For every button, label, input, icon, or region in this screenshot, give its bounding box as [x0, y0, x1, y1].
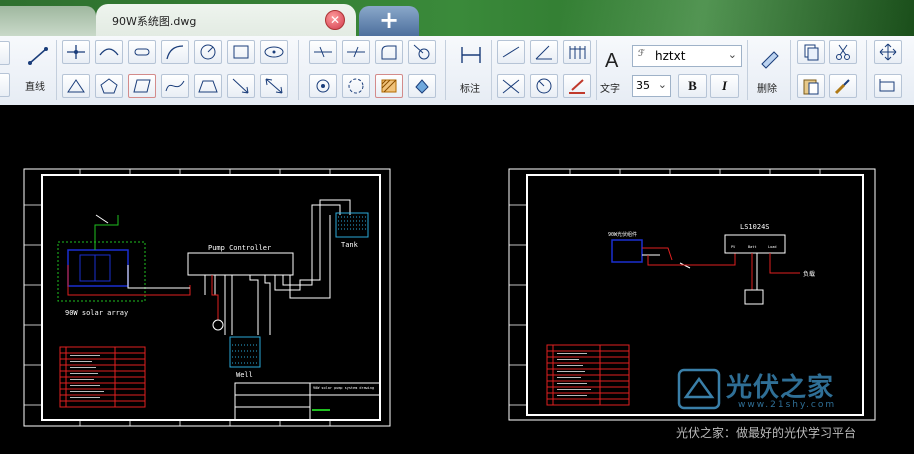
drawing-canvas[interactable]: 90W solar array Pump Controller Tank Wel… [0, 105, 914, 450]
controller-label: LS1024S [740, 223, 770, 231]
baseline-dim-icon[interactable] [563, 40, 591, 64]
rectangle-icon[interactable] [227, 40, 255, 64]
delete-label: 删除 [757, 84, 777, 95]
watermark-url: www.21shy.com [738, 400, 837, 410]
arrow-diagonal-icon[interactable] [227, 74, 255, 98]
double-arrow-icon[interactable] [260, 74, 288, 98]
prev-tool-button[interactable] [0, 41, 10, 65]
paste-icon[interactable] [797, 74, 825, 98]
polyline-icon[interactable] [62, 40, 90, 64]
font-select[interactable]: ℱ hztxt ⌄ [632, 45, 742, 67]
arc-icon[interactable] [161, 40, 189, 64]
terminal-batt: Batt [748, 245, 756, 249]
pump-controller-label: Pump Controller [208, 244, 271, 252]
load-label: 负载 [803, 270, 815, 278]
rotate-icon[interactable] [309, 74, 337, 98]
line-icon[interactable] [24, 43, 52, 67]
terminal-pv: PV [731, 245, 736, 249]
terminal-load: Load [768, 245, 776, 249]
fill-icon[interactable] [408, 74, 436, 98]
font-select-value: hztxt [655, 49, 686, 63]
pentagon-icon[interactable] [95, 74, 123, 98]
tank-label: Tank [341, 241, 359, 249]
new-tab-button[interactable]: + [359, 6, 419, 36]
extend-icon[interactable] [342, 40, 370, 64]
dimension-icon[interactable] [457, 43, 485, 67]
chevron-down-icon: ⌄ [727, 48, 737, 61]
text-tool-icon[interactable]: A [605, 50, 618, 73]
offset-icon[interactable] [342, 74, 370, 98]
ellipse-icon[interactable] [260, 40, 288, 64]
cut-icon[interactable] [829, 40, 857, 64]
eraser-icon[interactable] [754, 46, 782, 70]
match-properties-icon[interactable] [829, 74, 857, 98]
ellipse-line-icon[interactable] [128, 40, 156, 64]
fillet-icon[interactable] [375, 40, 403, 64]
close-icon[interactable]: ✕ [325, 10, 345, 30]
triangle-icon[interactable] [62, 74, 90, 98]
edit-dim-icon[interactable] [563, 74, 591, 98]
tab-title: 90W系统图.dwg [112, 15, 197, 28]
tab-strip: 90W系统图.dwg ✕ + [0, 0, 914, 36]
font-size-select[interactable]: 35 ⌄ [632, 75, 671, 97]
font-type-icon: ℱ [638, 49, 646, 59]
watermark-logo [676, 367, 722, 415]
leader-icon[interactable] [497, 74, 525, 98]
bold-button[interactable]: B [678, 74, 707, 98]
move-icon[interactable] [874, 40, 902, 64]
panel-label: 90W光伏组件 [608, 231, 637, 238]
radius-dim-icon[interactable] [530, 74, 558, 98]
line-label: 直线 [25, 82, 45, 93]
chamfer-icon[interactable] [408, 40, 436, 64]
dimension-label: 标注 [460, 84, 480, 95]
well-label: Well [236, 371, 253, 379]
aligned-dim-icon[interactable] [497, 40, 525, 64]
parallelogram-icon[interactable] [128, 74, 156, 98]
trim-icon[interactable] [309, 40, 337, 64]
circle-icon[interactable] [194, 40, 222, 64]
curve-icon[interactable] [161, 74, 189, 98]
chevron-down-icon: ⌄ [657, 78, 667, 91]
title-block-label: 90W solar pump system drawing [313, 386, 374, 390]
angular-dim-icon[interactable] [530, 40, 558, 64]
solar-array-label: 90W solar array [65, 309, 128, 317]
hatch-icon[interactable] [375, 74, 403, 98]
tab-previous[interactable] [0, 6, 96, 36]
spline-icon[interactable] [95, 40, 123, 64]
prev-tool-button-2[interactable] [0, 73, 10, 97]
italic-button[interactable]: I [710, 74, 739, 98]
text-label: 文字 [600, 84, 620, 95]
watermark-brand: 光伏之家 [726, 373, 835, 403]
trapezoid-icon[interactable] [194, 74, 222, 98]
copy-icon[interactable] [797, 40, 825, 64]
left-drawing-sheet: 90W solar array Pump Controller Tank Wel… [23, 168, 391, 427]
watermark-slogan: 光伏之家：做最好的光伏学习平台 [676, 426, 857, 440]
font-size-value: 35 [636, 79, 650, 92]
stretch-icon[interactable] [874, 74, 902, 98]
tab-active-document[interactable]: 90W系统图.dwg ✕ [96, 4, 356, 36]
